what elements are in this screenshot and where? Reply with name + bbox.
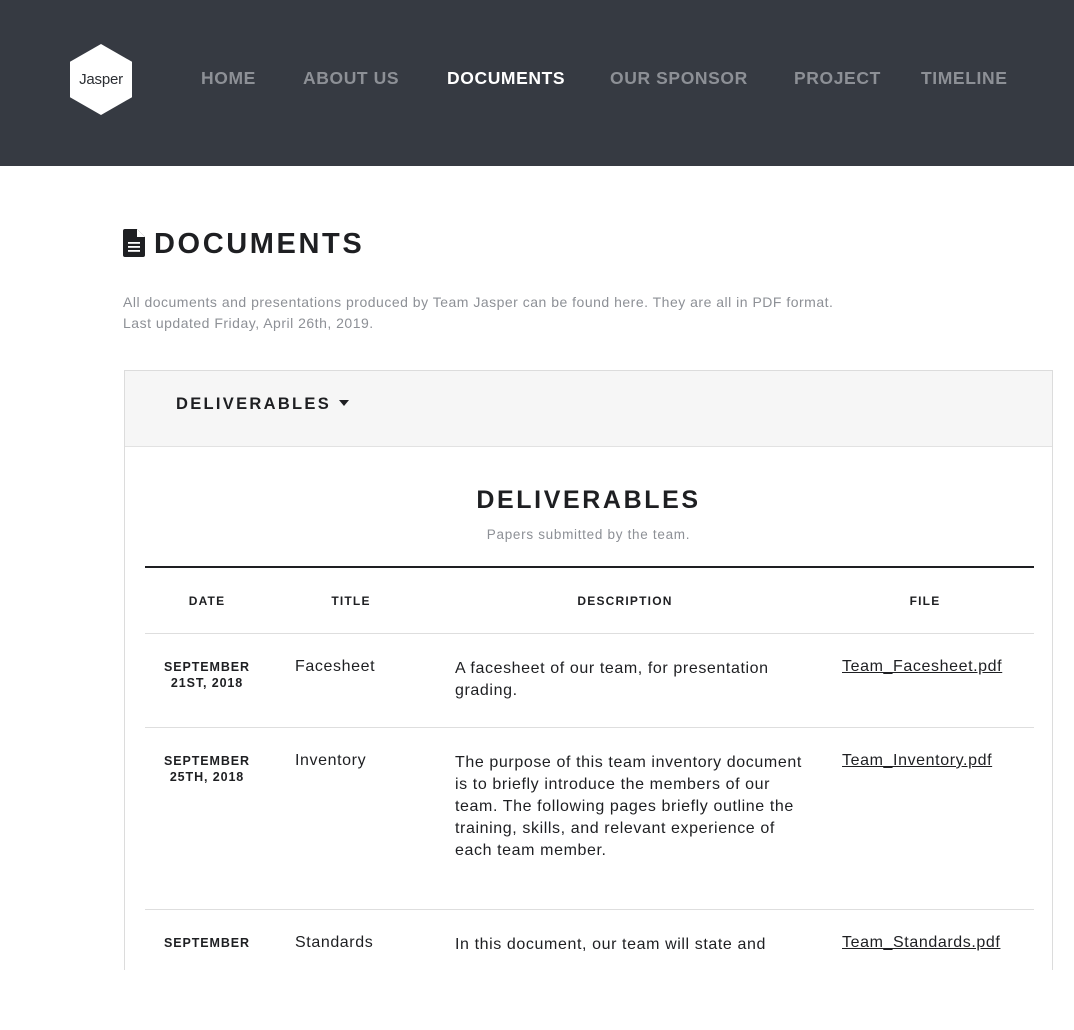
column-header-title: TITLE: [331, 594, 371, 608]
logo-text[interactable]: Jasper: [70, 44, 132, 115]
row-date-line-1: SEPTEMBER: [164, 754, 250, 768]
row-file-link[interactable]: Team_Inventory.pdf: [842, 752, 992, 770]
column-header-file: FILE: [909, 594, 941, 608]
row-date: SEPTEMBER 25TH, 2018: [147, 753, 267, 785]
site-header: Jasper HOME ABOUT US DOCUMENTS OUR SPONS…: [0, 0, 1074, 166]
table-row: SEPTEMBER 21ST, 2018 Facesheet A faceshe…: [145, 634, 1034, 728]
row-description: In this document, our team will state an…: [455, 936, 766, 953]
row-title: Inventory: [295, 752, 367, 769]
table-row: SEPTEMBER Standards In this document, ou…: [145, 910, 1034, 1030]
table-header: DATE TITLE DESCRIPTION FILE: [145, 568, 1034, 634]
row-title: Facesheet: [295, 658, 376, 675]
table-row: SEPTEMBER 25TH, 2018 Inventory The purpo…: [145, 728, 1034, 910]
panel-header: DELIVERABLES: [125, 371, 1052, 447]
intro-line-2: Last updated Friday, April 26th, 2019.: [123, 315, 374, 331]
intro-text: All documents and presentations produced…: [123, 292, 943, 334]
row-date-line-1: SEPTEMBER: [164, 936, 250, 950]
row-date-line-2: 25TH, 2018: [169, 770, 245, 784]
nav-documents[interactable]: DOCUMENTS: [447, 68, 565, 89]
row-description: The purpose of this team inventory docum…: [455, 754, 802, 859]
row-title: Standards: [295, 934, 374, 951]
nav-home[interactable]: HOME: [201, 68, 256, 89]
intro-line-1: All documents and presentations produced…: [123, 294, 834, 310]
row-date: SEPTEMBER 21ST, 2018: [147, 659, 267, 691]
document-icon: [123, 229, 145, 257]
category-dropdown-label: DELIVERABLES: [176, 395, 332, 413]
nav-about-us[interactable]: ABOUT US: [303, 68, 399, 89]
row-date-line-1: SEPTEMBER: [164, 660, 250, 674]
documents-panel: DELIVERABLES DELIVERABLES Papers submitt…: [124, 370, 1053, 970]
section-subtitle: Papers submitted by the team.: [486, 527, 691, 542]
row-file-link[interactable]: Team_Standards.pdf: [842, 934, 1000, 952]
page-title: DOCUMENTS: [154, 228, 365, 260]
row-date-line-2: 21ST, 2018: [170, 676, 244, 690]
documents-table: DATE TITLE DESCRIPTION FILE SEPTEMBER 21…: [145, 566, 1034, 1030]
category-dropdown[interactable]: DELIVERABLES: [176, 395, 350, 414]
row-description: A facesheet of our team, for presentatio…: [455, 660, 769, 699]
row-file-link[interactable]: Team_Facesheet.pdf: [842, 658, 1002, 676]
row-date: SEPTEMBER: [147, 935, 267, 951]
nav-timeline[interactable]: TIMELINE: [921, 68, 1007, 89]
column-header-description: DESCRIPTION: [577, 594, 673, 608]
nav-project[interactable]: PROJECT: [794, 68, 881, 89]
caret-down-icon: [339, 400, 350, 406]
nav-our-sponsor[interactable]: OUR SPONSOR: [610, 68, 748, 89]
section-title: DELIVERABLES: [476, 486, 701, 514]
column-header-date: DATE: [188, 594, 226, 608]
